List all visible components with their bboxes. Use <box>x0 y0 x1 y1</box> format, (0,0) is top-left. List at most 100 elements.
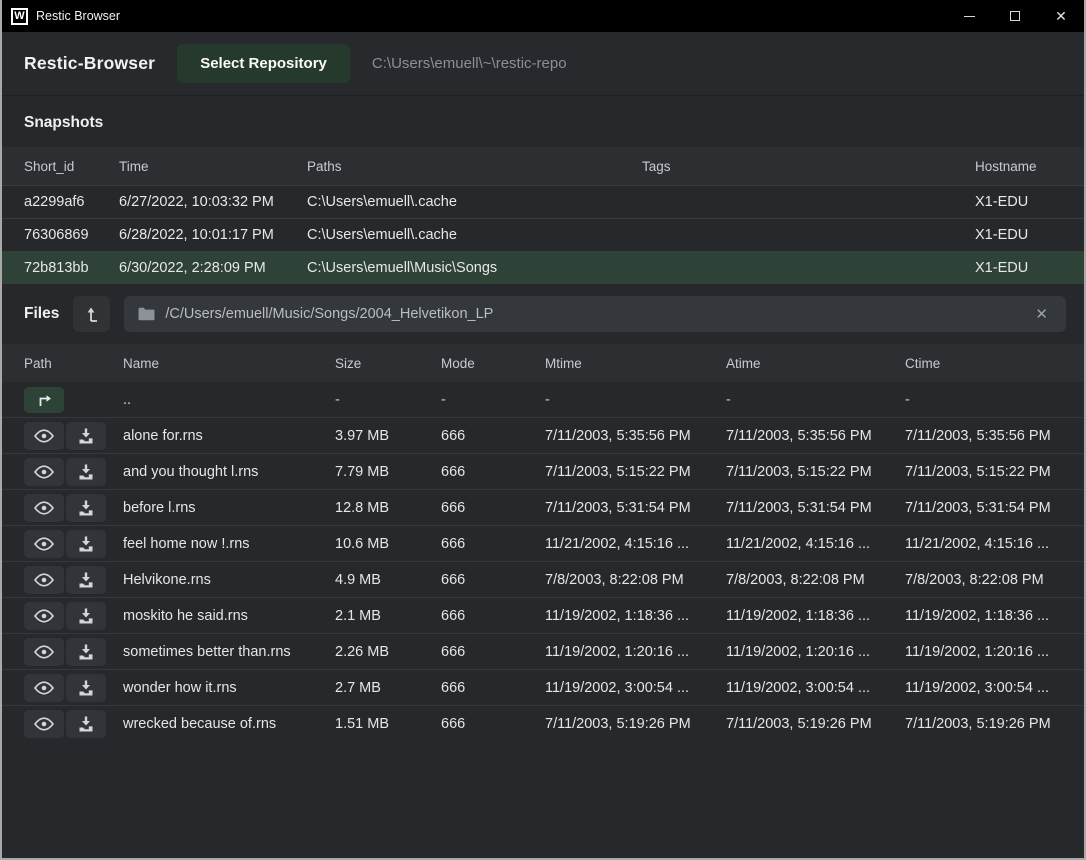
preview-file-button[interactable] <box>24 710 64 738</box>
file-name: moskito he said.rns <box>123 608 335 624</box>
file-mtime: - <box>545 392 726 408</box>
level-up-icon <box>82 304 102 324</box>
file-mode: 666 <box>441 608 545 624</box>
file-size: 1.51 MB <box>335 716 441 732</box>
select-repository-button[interactable]: Select Repository <box>177 44 350 83</box>
file-row: moskito he said.rns 2.1 MB 666 11/19/200… <box>2 597 1084 633</box>
preview-file-button[interactable] <box>24 494 64 522</box>
snapshot-hostname: X1-EDU <box>975 260 1062 276</box>
snapshot-paths: C:\Users\emuell\.cache <box>307 227 642 243</box>
download-file-button[interactable] <box>66 602 106 630</box>
preview-file-button[interactable] <box>24 422 64 450</box>
go-up-button[interactable] <box>24 387 64 413</box>
eye-icon <box>33 500 55 516</box>
snapshot-time: 6/27/2022, 10:03:32 PM <box>119 194 307 210</box>
preview-file-button[interactable] <box>24 530 64 558</box>
file-mode: 666 <box>441 644 545 660</box>
eye-icon <box>33 716 55 732</box>
file-ctime: 11/19/2002, 1:18:36 ... <box>905 608 1062 624</box>
file-atime: 7/11/2003, 5:19:26 PM <box>726 716 905 732</box>
download-file-button[interactable] <box>66 710 106 738</box>
file-name: .. <box>123 392 335 408</box>
file-mode: 666 <box>441 716 545 732</box>
files-toolbar: Files /C/Users/emuell/Music/Songs/2004_H… <box>2 284 1084 344</box>
app-logo-icon: W <box>11 8 28 25</box>
preview-file-button[interactable] <box>24 566 64 594</box>
go-to-root-button[interactable] <box>73 296 110 332</box>
file-mode: 666 <box>441 680 545 696</box>
maximize-button[interactable] <box>992 0 1038 32</box>
app-window: W Restic Browser ✕ Restic-Browser Select… <box>0 0 1086 860</box>
file-mtime: 7/11/2003, 5:19:26 PM <box>545 716 726 732</box>
minimize-button[interactable] <box>946 0 992 32</box>
file-mtime: 11/21/2002, 4:15:16 ... <box>545 536 726 552</box>
preview-file-button[interactable] <box>24 458 64 486</box>
window-title: Restic Browser <box>36 9 120 23</box>
snapshot-time: 6/28/2022, 10:01:17 PM <box>119 227 307 243</box>
file-size: 2.1 MB <box>335 608 441 624</box>
download-file-button[interactable] <box>66 494 106 522</box>
snapshot-row[interactable]: a2299af6 6/27/2022, 10:03:32 PM C:\Users… <box>2 185 1084 218</box>
file-row: and you thought l.rns 7.79 MB 666 7/11/2… <box>2 453 1084 489</box>
file-row: sometimes better than.rns 2.26 MB 666 11… <box>2 633 1084 669</box>
snapshots-table-header: Short_id Time Paths Tags Hostname <box>2 147 1084 185</box>
file-name: sometimes better than.rns <box>123 644 335 660</box>
repository-path: C:\Users\emuell\~\restic-repo <box>372 55 567 72</box>
file-size: 2.7 MB <box>335 680 441 696</box>
file-atime: 11/19/2002, 1:18:36 ... <box>726 608 905 624</box>
download-file-button[interactable] <box>66 530 106 558</box>
file-atime: 11/21/2002, 4:15:16 ... <box>726 536 905 552</box>
file-mode: 666 <box>441 572 545 588</box>
app-title: Restic-Browser <box>24 53 155 74</box>
file-atime: 7/11/2003, 5:31:54 PM <box>726 500 905 516</box>
download-file-button[interactable] <box>66 674 106 702</box>
eye-icon <box>33 536 55 552</box>
snapshot-row-selected[interactable]: 72b813bb 6/30/2022, 2:28:09 PM C:\Users\… <box>2 251 1084 284</box>
current-path-value: /C/Users/emuell/Music/Songs/2004_Helveti… <box>165 306 1021 322</box>
snapshot-short-id: 76306869 <box>24 227 119 243</box>
snapshot-time: 6/30/2022, 2:28:09 PM <box>119 260 307 276</box>
download-file-button[interactable] <box>66 458 106 486</box>
snapshot-row[interactable]: 76306869 6/28/2022, 10:01:17 PM C:\Users… <box>2 218 1084 251</box>
close-button[interactable]: ✕ <box>1038 0 1084 32</box>
preview-file-button[interactable] <box>24 602 64 630</box>
download-icon <box>76 534 96 554</box>
file-name: wrecked because of.rns <box>123 716 335 732</box>
eye-icon <box>33 464 55 480</box>
file-atime: 7/11/2003, 5:35:56 PM <box>726 428 905 444</box>
file-mode: 666 <box>441 500 545 516</box>
download-icon <box>76 678 96 698</box>
col-tags: Tags <box>642 159 975 174</box>
col-path: Path <box>24 356 123 371</box>
file-ctime: - <box>905 392 1062 408</box>
file-mtime: 7/11/2003, 5:15:22 PM <box>545 464 726 480</box>
eye-icon <box>33 680 55 696</box>
file-name: Helvikone.rns <box>123 572 335 588</box>
download-file-button[interactable] <box>66 638 106 666</box>
snapshot-hostname: X1-EDU <box>975 227 1062 243</box>
file-size: 2.26 MB <box>335 644 441 660</box>
file-size: 10.6 MB <box>335 536 441 552</box>
file-size: 7.79 MB <box>335 464 441 480</box>
eye-icon <box>33 428 55 444</box>
file-mtime: 7/8/2003, 8:22:08 PM <box>545 572 726 588</box>
file-mode: 666 <box>441 428 545 444</box>
file-row: alone for.rns 3.97 MB 666 7/11/2003, 5:3… <box>2 417 1084 453</box>
clear-path-button[interactable]: ✕ <box>1031 305 1052 324</box>
preview-file-button[interactable] <box>24 638 64 666</box>
app-header: Restic-Browser Select Repository C:\User… <box>2 32 1084 96</box>
file-mode: 666 <box>441 464 545 480</box>
col-mode: Mode <box>441 356 545 371</box>
download-file-button[interactable] <box>66 422 106 450</box>
current-path-bar[interactable]: /C/Users/emuell/Music/Songs/2004_Helveti… <box>124 296 1066 332</box>
preview-file-button[interactable] <box>24 674 64 702</box>
download-file-button[interactable] <box>66 566 106 594</box>
col-time: Time <box>119 159 307 174</box>
up-then-right-arrow-icon <box>34 390 54 410</box>
file-ctime: 11/19/2002, 1:20:16 ... <box>905 644 1062 660</box>
file-size: 12.8 MB <box>335 500 441 516</box>
folder-icon <box>138 307 155 321</box>
snapshots-section-title: Snapshots <box>2 96 1084 147</box>
maximize-icon <box>1010 11 1020 21</box>
file-ctime: 11/21/2002, 4:15:16 ... <box>905 536 1062 552</box>
